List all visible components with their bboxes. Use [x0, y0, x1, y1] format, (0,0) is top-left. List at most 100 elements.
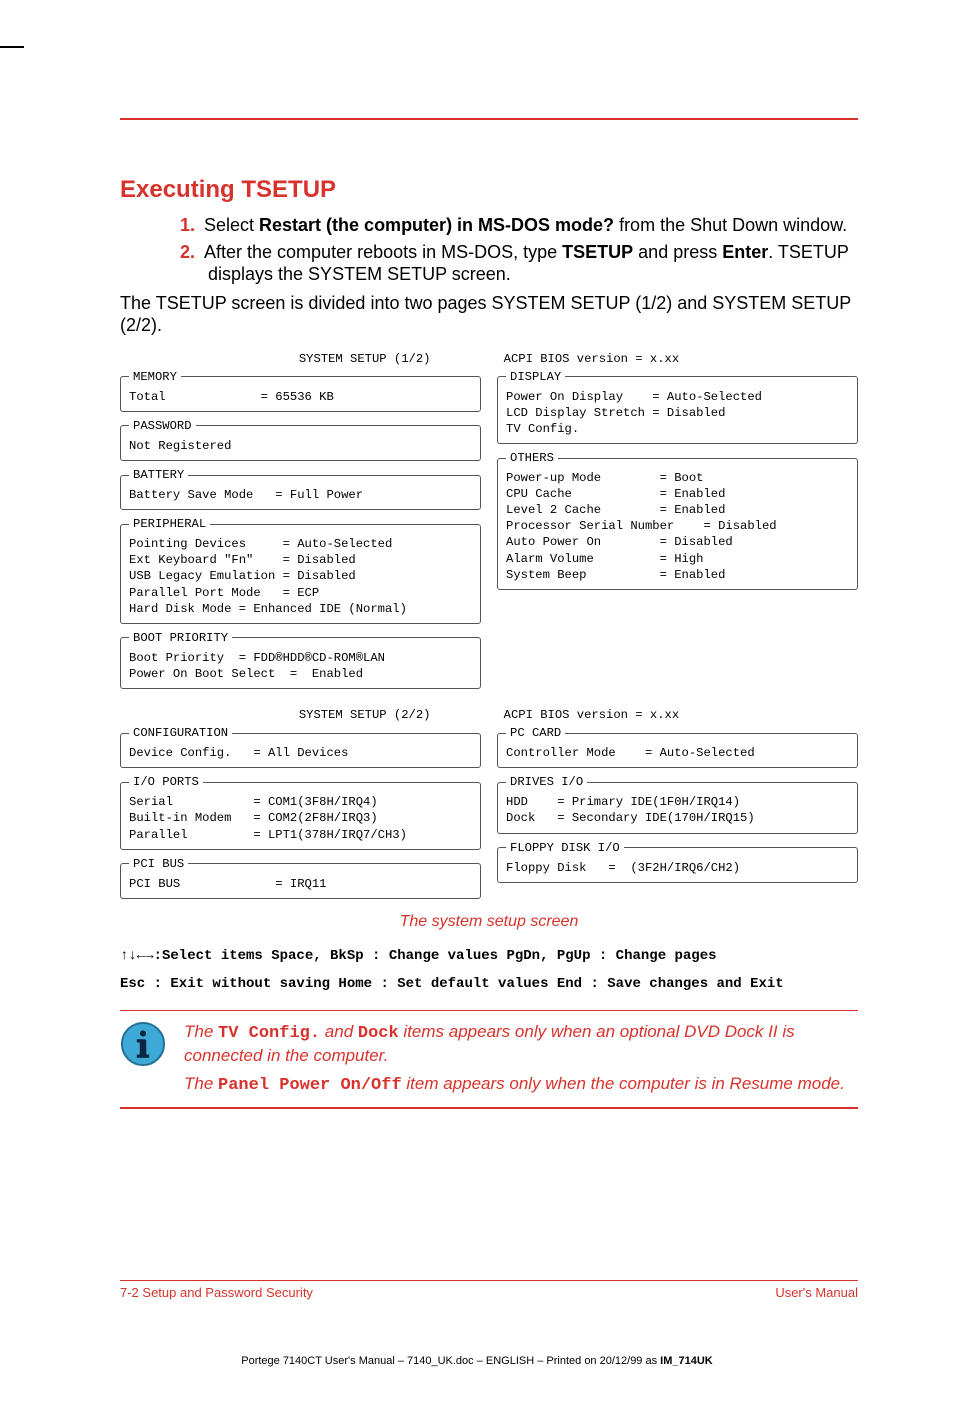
imprint-line: Portege 7140CT User's Manual – 7140_UK.d… [0, 1355, 954, 1367]
step-text-pre: After the computer reboots in MS-DOS, ty… [204, 242, 562, 262]
legend-password: PASSWORD [129, 418, 196, 434]
legend-drives: DRIVES I/O [506, 774, 587, 790]
legend-configuration: CONFIGURATION [129, 725, 232, 741]
imprint-text: Portege 7140CT User's Manual – 7140_UK.d… [241, 1355, 713, 1367]
drives-line: HDD = Primary IDE(1F0H/IRQ14) [506, 794, 849, 810]
figure-caption: The system setup screen [120, 913, 858, 931]
floppy-line: Floppy Disk = (3F2H/IRQ6/CH2) [506, 860, 849, 876]
others-line: Alarm Volume = High [506, 551, 849, 567]
legend-ioports: I/O PORTS [129, 774, 203, 790]
peripheral-line: Parallel Port Mode = ECP [129, 585, 472, 601]
step-text-post: from the Shut Down window. [614, 215, 847, 235]
top-rule [120, 118, 858, 120]
note-text: The TV Config. and Dock items appears on… [184, 1021, 858, 1097]
note-code-panelpower: Panel Power On/Off [218, 1076, 402, 1095]
step-1: 1.Select Restart (the computer) in MS-DO… [180, 214, 858, 237]
ioports-line: Serial = COM1(3F8H/IRQ4) [129, 794, 472, 810]
panel-peripheral: PERIPHERAL Pointing Devices = Auto-Selec… [120, 516, 481, 624]
drives-line: Dock = Secondary IDE(170H/IRQ15) [506, 810, 849, 826]
legend-memory: MEMORY [129, 369, 181, 385]
config-line: Device Config. = All Devices [129, 745, 472, 761]
battery-line: Battery Save Mode = Full Power [129, 487, 472, 503]
panel-configuration: CONFIGURATION Device Config. = All Devic… [120, 725, 481, 768]
note-code-dock: Dock [358, 1024, 399, 1043]
legend-pccard: PC CARD [506, 725, 565, 741]
legend-pcibus: PCI BUS [129, 856, 188, 872]
pccard-line: Controller Mode = Auto-Selected [506, 745, 849, 761]
section-heading: Executing TSETUP [120, 176, 858, 204]
legend-others: OTHERS [506, 450, 558, 466]
note2-pre: The [184, 1074, 218, 1093]
legend-floppy: FLOPPY DISK I/O [506, 840, 624, 856]
others-line: Processor Serial Number = Disabled [506, 518, 849, 534]
step-text-pre: Select [204, 215, 259, 235]
note-mid: and [320, 1022, 358, 1041]
footer-right: User's Manual [775, 1285, 858, 1300]
keyhelp-line2: Esc : Exit without saving Home : Set def… [120, 973, 858, 995]
screen1-left-col: MEMORY Total = 65536 KB PASSWORD Not Reg… [120, 369, 481, 689]
others-line: System Beep = Enabled [506, 567, 849, 583]
display-line: Power On Display = Auto-Selected [506, 389, 849, 405]
footer-left: 7-2 Setup and Password Security [120, 1285, 313, 1300]
others-line: Power-up Mode = Boot [506, 470, 849, 486]
display-line: TV Config. [506, 421, 849, 437]
panel-floppy-io: FLOPPY DISK I/O Floppy Disk = (3F2H/IRQ6… [497, 840, 858, 883]
step-number: 1. [180, 214, 204, 237]
intro-para: The TSETUP screen is divided into two pa… [120, 292, 858, 337]
screen2-left-col: CONFIGURATION Device Config. = All Devic… [120, 725, 481, 899]
others-line: CPU Cache = Enabled [506, 486, 849, 502]
legend-boot: BOOT PRIORITY [129, 630, 232, 646]
peripheral-line: USB Legacy Emulation = Disabled [129, 568, 472, 584]
step-bold-2: Enter [722, 242, 768, 262]
step-number: 2. [180, 241, 204, 264]
legend-battery: BATTERY [129, 467, 188, 483]
panel-others: OTHERS Power-up Mode = Boot CPU Cache = … [497, 450, 858, 590]
note2-post: item appears only when the computer is i… [402, 1074, 845, 1093]
ioports-line: Built-in Modem = COM2(2F8H/IRQ3) [129, 810, 472, 826]
step-2: 2.After the computer reboots in MS-DOS, … [180, 241, 858, 286]
panel-battery: BATTERY Battery Save Mode = Full Power [120, 467, 481, 510]
note-para-1: The TV Config. and Dock items appears on… [184, 1021, 858, 1067]
note-para-2: The Panel Power On/Off item appears only… [184, 1073, 858, 1097]
body-indent: 1.Select Restart (the computer) in MS-DO… [180, 214, 858, 286]
screen1-header: SYSTEM SETUP (1/2) ACPI BIOS version = x… [120, 351, 858, 367]
screen2-right-col: PC CARD Controller Mode = Auto-Selected … [497, 725, 858, 899]
panel-io-ports: I/O PORTS Serial = COM1(3F8H/IRQ4) Built… [120, 774, 481, 849]
step-bold: TSETUP [562, 242, 633, 262]
step-bold: Restart (the computer) in MS-DOS mode? [259, 215, 614, 235]
steps-list: 1.Select Restart (the computer) in MS-DO… [180, 214, 858, 286]
pcibus-line: PCI BUS = IRQ11 [129, 876, 472, 892]
panel-drives-io: DRIVES I/O HDD = Primary IDE(1F0H/IRQ14)… [497, 774, 858, 833]
note-code-tvconfig: TV Config. [218, 1024, 320, 1043]
legend-display: DISPLAY [506, 369, 565, 385]
setup-screen-1: SYSTEM SETUP (1/2) ACPI BIOS version = x… [120, 351, 858, 690]
note-pre: The [184, 1022, 218, 1041]
panel-display: DISPLAY Power On Display = Auto-Selected… [497, 369, 858, 444]
info-icon [120, 1021, 166, 1067]
page-footer: 7-2 Setup and Password Security User's M… [120, 1280, 858, 1300]
memory-line: Total = 65536 KB [129, 389, 472, 405]
page-content: Executing TSETUP 1.Select Restart (the c… [120, 176, 858, 1109]
password-line: Not Registered [129, 438, 472, 454]
panel-password: PASSWORD Not Registered [120, 418, 481, 461]
boot-line: Power On Boot Select = Enabled [129, 666, 472, 682]
screen1-right-col: DISPLAY Power On Display = Auto-Selected… [497, 369, 858, 689]
panel-pc-card: PC CARD Controller Mode = Auto-Selected [497, 725, 858, 768]
display-line: LCD Display Stretch = Disabled [506, 405, 849, 421]
others-line: Auto Power On = Disabled [506, 534, 849, 550]
panel-pci-bus: PCI BUS PCI BUS = IRQ11 [120, 856, 481, 899]
peripheral-line: Ext Keyboard "Fn" = Disabled [129, 552, 472, 568]
boot-line: Boot Priority = FDD®HDD®CD-ROM®LAN [129, 650, 472, 666]
peripheral-line: Hard Disk Mode = Enhanced IDE (Normal) [129, 601, 472, 617]
legend-peripheral: PERIPHERAL [129, 516, 210, 532]
key-help: ↑↓←→:Select items Space, BkSp : Change v… [120, 945, 858, 996]
panel-memory: MEMORY Total = 65536 KB [120, 369, 481, 412]
peripheral-line: Pointing Devices = Auto-Selected [129, 536, 472, 552]
note-block: The TV Config. and Dock items appears on… [120, 1010, 858, 1109]
keyhelp-line1: ↑↓←→:Select items Space, BkSp : Change v… [120, 945, 858, 967]
ioports-line: Parallel = LPT1(378H/IRQ7/CH3) [129, 827, 472, 843]
screen2-header: SYSTEM SETUP (2/2) ACPI BIOS version = x… [120, 707, 858, 723]
setup-screen-2: SYSTEM SETUP (2/2) ACPI BIOS version = x… [120, 707, 858, 899]
step-text-mid: and press [633, 242, 722, 262]
panel-boot-priority: BOOT PRIORITY Boot Priority = FDD®HDD®CD… [120, 630, 481, 689]
